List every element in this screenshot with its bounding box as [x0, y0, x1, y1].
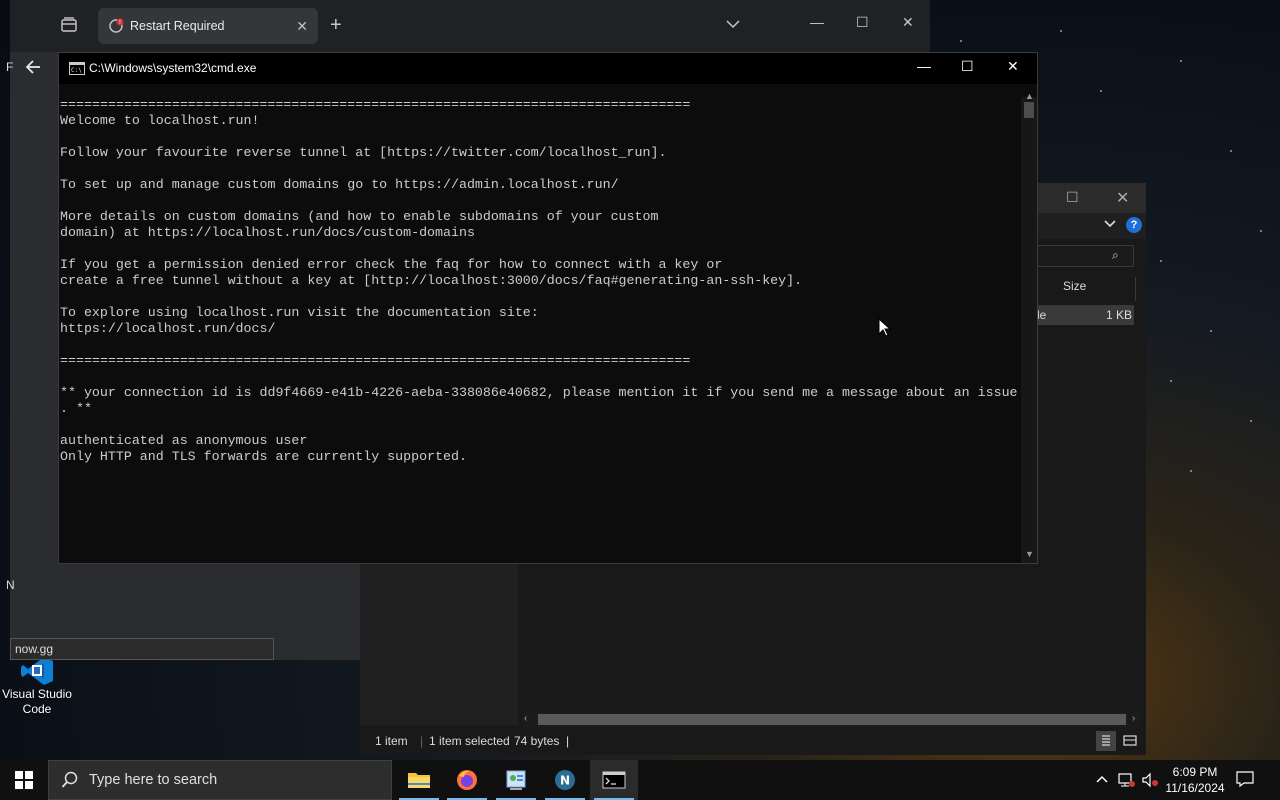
- scroll-left-icon[interactable]: ‹: [524, 713, 527, 724]
- taskbar-network-app[interactable]: N: [541, 760, 589, 800]
- cmd-window-title: C:\Windows\system32\cmd.exe: [89, 61, 257, 75]
- svg-text:!: !: [119, 19, 121, 26]
- status-selected-size: 74 bytes: [514, 734, 560, 748]
- console-line: To set up and manage custom domains go t…: [60, 177, 619, 192]
- show-hidden-icons-chevron-icon[interactable]: [1096, 772, 1108, 787]
- windows-logo-icon: [15, 771, 33, 789]
- explorer-search-input[interactable]: [1036, 245, 1134, 267]
- tab-actions-icon[interactable]: [60, 16, 78, 34]
- control-panel-icon: [506, 770, 526, 790]
- cmd-window: C:\ C:\Windows\system32\cmd.exe — ☐ ✕ ==…: [58, 52, 1038, 564]
- vertical-scroll-thumb[interactable]: [1024, 102, 1034, 118]
- tab-title: Restart Required: [130, 19, 225, 33]
- chevron-down-icon[interactable]: [726, 18, 740, 32]
- tab-restart-required[interactable]: ! Restart Required ✕: [98, 8, 318, 44]
- taskbar-command-prompt[interactable]: [590, 760, 638, 800]
- firefox-icon: [457, 770, 477, 790]
- column-size-label: Size: [1063, 279, 1087, 293]
- cmd-app-icon: C:\: [69, 62, 85, 75]
- desktop-icon-label-1: Visual Studio: [2, 687, 72, 701]
- console-line: ========================================…: [60, 353, 691, 368]
- console-line: ========================================…: [60, 97, 691, 112]
- clock-time: 6:09 PM: [1172, 765, 1218, 779]
- desktop-icon-label-2: Code: [22, 702, 52, 716]
- browser-maximize-icon[interactable]: ☐: [856, 14, 869, 31]
- console-line: If you get a permission denied error che…: [60, 257, 723, 272]
- search-placeholder: Type here to search: [89, 772, 218, 788]
- browser-close-icon[interactable]: ✕: [902, 14, 914, 31]
- terminal-icon: [602, 771, 626, 789]
- search-icon: [61, 771, 78, 788]
- status-divider: |: [420, 734, 424, 748]
- console-line: authenticated as anonymous user: [60, 433, 308, 448]
- taskbar-search-box[interactable]: Type here to search: [48, 760, 392, 800]
- vertical-scrollbar[interactable]: [1021, 97, 1037, 563]
- large-icons-view-button[interactable]: [1120, 731, 1140, 751]
- console-line: Welcome to localhost.run!: [60, 113, 260, 128]
- notification-center-icon[interactable]: [1236, 771, 1254, 787]
- horizontal-scroll-thumb[interactable]: [538, 714, 1126, 725]
- file-size-cell: 1 KB: [1106, 308, 1133, 322]
- taskbar-control-panel[interactable]: [492, 760, 540, 800]
- system-clock[interactable]: 6:09 PM 11/16/2024: [1160, 764, 1230, 796]
- status-separator: |: [566, 734, 570, 748]
- scroll-up-icon[interactable]: ▲: [1025, 91, 1034, 101]
- ribbon-expand-icon[interactable]: [1104, 217, 1116, 231]
- console-line: Follow your favourite reverse tunnel at …: [60, 145, 667, 160]
- search-icon: ⌕: [1112, 248, 1119, 262]
- console-line: Only HTTP and TLS forwards are currently…: [60, 449, 467, 464]
- console-line: More details on custom domains (and how …: [60, 209, 659, 224]
- restart-warning-icon: !: [109, 18, 124, 33]
- console-line: ** your connection id is dd9f4669-e41b-4…: [60, 385, 1018, 400]
- network-app-icon: N: [555, 770, 575, 790]
- console-line: domain) at https://localhost.run/docs/cu…: [60, 225, 475, 240]
- file-type-cell: le: [1037, 308, 1047, 322]
- help-icon[interactable]: ?: [1126, 217, 1142, 233]
- console-line: . **: [60, 401, 92, 416]
- desktop-icon-vscode[interactable]: Visual Studio Code: [0, 655, 74, 717]
- start-button[interactable]: [0, 760, 48, 800]
- details-view-button[interactable]: [1096, 731, 1116, 751]
- taskbar-firefox[interactable]: [443, 760, 491, 800]
- cmd-maximize-icon[interactable]: ☐: [961, 58, 974, 75]
- tooltip: now.gg: [10, 638, 274, 660]
- scroll-down-icon[interactable]: ▼: [1025, 549, 1034, 559]
- scroll-right-icon[interactable]: ›: [1132, 713, 1135, 724]
- svg-text:N: N: [560, 774, 570, 788]
- mouse-cursor-icon: [878, 318, 891, 337]
- side-letter-top: F: [6, 60, 14, 74]
- back-arrow-icon[interactable]: [24, 58, 42, 79]
- console-line: create a free tunnel without a key at [h…: [60, 273, 803, 288]
- explorer-maximize-icon[interactable]: ☐: [1066, 189, 1079, 206]
- svg-text:C:\: C:\: [71, 67, 82, 74]
- side-letter-bottom: N: [6, 578, 15, 592]
- status-selected-count: 1 item selected: [429, 734, 510, 748]
- status-item-count: 1 item: [375, 734, 408, 748]
- cmd-close-icon[interactable]: ✕: [1007, 58, 1019, 75]
- network-icon[interactable]: [1118, 772, 1136, 791]
- volume-muted-icon[interactable]: [1142, 772, 1160, 791]
- clock-date: 11/16/2024: [1165, 781, 1225, 795]
- folder-icon: [408, 773, 430, 788]
- taskbar-file-explorer[interactable]: [395, 760, 443, 800]
- tab-close-icon[interactable]: ✕: [296, 18, 308, 35]
- explorer-close-icon[interactable]: ✕: [1116, 188, 1129, 208]
- cmd-minimize-icon[interactable]: —: [917, 58, 931, 74]
- new-tab-icon[interactable]: +: [330, 14, 342, 37]
- browser-minimize-icon[interactable]: —: [810, 14, 824, 30]
- taskbar: Type here to search N 6:09 PM 11/16/2024: [0, 760, 1280, 800]
